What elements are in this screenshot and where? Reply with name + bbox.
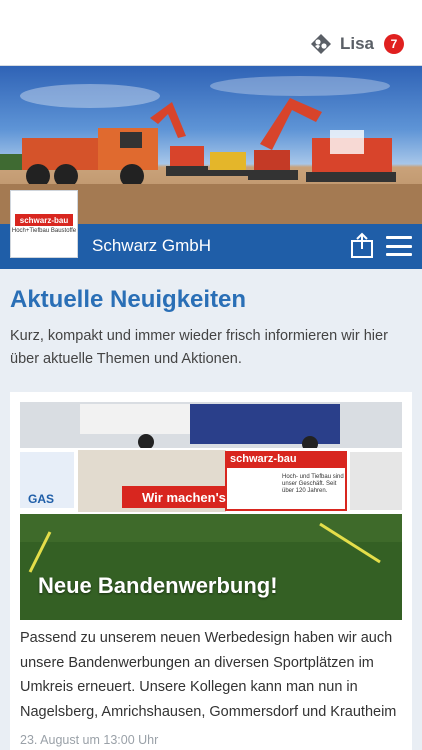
share-icon[interactable] [350,232,374,258]
top-bar: Lisa 7 [0,0,422,66]
news-card-date: 23. August um 13:00 Uhr [20,733,159,747]
company-logo[interactable]: schwarz-bau Hoch+Tiefbau Baustoffe [10,190,78,258]
notification-badge[interactable]: 7 [384,34,404,54]
user-group-icon [310,34,331,54]
side-sign-text: GAS [28,492,55,506]
news-card[interactable]: GAS schwarz-bau Wir machen's! Hoch- und … [10,392,412,750]
section-intro: Kurz, kompakt und immer wieder frisch in… [10,328,388,367]
news-card-text: Passend zu unserem neuen Werbedesign hab… [20,630,397,720]
banner-brand: schwarz-bau [230,453,297,465]
news-card-title[interactable]: Neue Bandenwerbung! [38,573,278,599]
banner-tagline: Hoch- und Tiefbau sind unser Geschäft. S… [282,474,344,494]
company-name: Schwarz GmbH [92,236,212,255]
hamburger-menu-icon[interactable] [386,236,412,256]
user-name: Lisa [339,34,374,53]
user-menu[interactable]: Lisa 7 [310,30,404,58]
section-title: Aktuelle Neuigkeiten [10,286,247,313]
logo-subtext: Hoch+Tiefbau Baustoffe [11,228,77,234]
banner-slogan: Wir machen's! [142,490,231,505]
logo-mark: schwarz-bau [15,214,73,226]
